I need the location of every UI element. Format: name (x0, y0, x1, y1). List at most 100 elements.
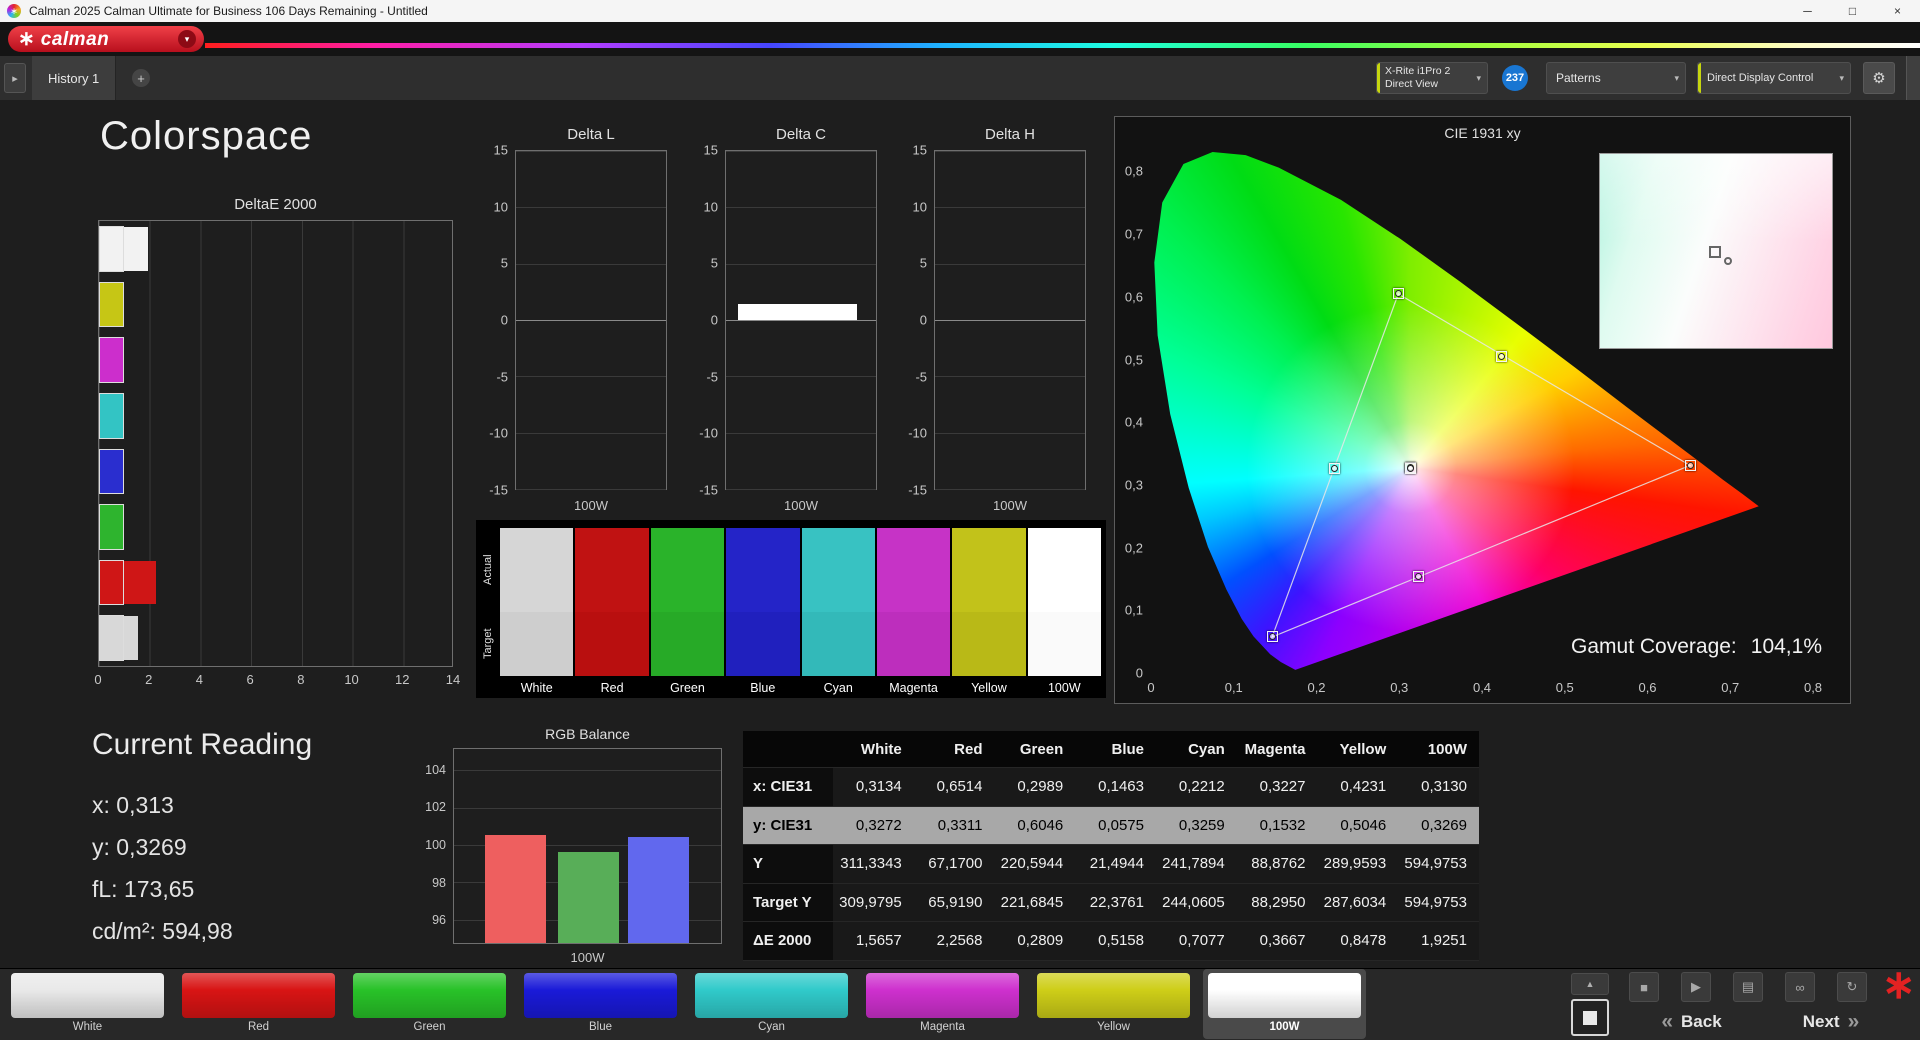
table-row-label[interactable]: Target Y (743, 883, 833, 922)
gamut-coverage-label: Gamut Coverage: (1571, 635, 1737, 658)
table-cell: 1,5657 (833, 922, 914, 961)
measurement-point-marker (1328, 463, 1340, 475)
gridline (726, 489, 876, 490)
axis-tick-label: 15 (912, 142, 927, 158)
pattern-swatch-label: Cyan (758, 1021, 785, 1033)
swatch-label: Cyan (823, 681, 853, 695)
deltaE-category-swatch (99, 504, 124, 550)
play-icon: ▶ (1691, 979, 1701, 994)
axis-tick-label: 0,5 (1555, 680, 1574, 695)
measurement-point-marker (1404, 462, 1416, 474)
pattern-swatch-blue[interactable]: Blue (519, 969, 682, 1039)
actual-row-label: Actual (482, 554, 494, 586)
collapse-panel-button[interactable]: ▲ (1571, 973, 1609, 995)
table-cell: 0,3134 (833, 768, 914, 807)
pattern-window-button[interactable] (1571, 999, 1609, 1036)
swatch-label: Magenta (889, 681, 938, 695)
calman-asterisk-icon: ∗ (1882, 963, 1916, 1007)
cie-plot: 0,8 0,7 0,6 0,5 0,4 0,3 0,2 0,1 0 0 0,1 0,2 0,3 0,4 0… (1125, 152, 1833, 695)
table-row-label[interactable]: Y (743, 845, 833, 884)
rgb-balance-chart: RGB Balance 104 102 100 98 96 100W (408, 726, 722, 968)
logo-menu-caret-icon[interactable]: ▾ (178, 30, 196, 48)
pattern-swatch-green[interactable]: Green (348, 969, 511, 1039)
axis-tick-label: 5 (710, 255, 718, 271)
measurement-point-marker (1412, 571, 1424, 583)
axis-tick-label: 100 (425, 838, 446, 853)
table-cell: 311,3343 (833, 845, 914, 884)
deltaE-bar-row (99, 555, 452, 611)
axis-tick-label: 0,4 (1124, 414, 1143, 430)
table-cell: 0,3311 (913, 806, 995, 845)
axis-tick-label: 0,8 (1124, 163, 1143, 179)
pattern-swatch-white[interactable]: White (6, 969, 169, 1039)
gridline (935, 432, 1085, 434)
target-swatch (650, 612, 725, 676)
save-button[interactable]: ▤ (1733, 972, 1763, 1002)
next-button[interactable]: Next » (1766, 1006, 1896, 1038)
pattern-swatch-color (11, 973, 164, 1018)
axis-tick-label: 8 (297, 672, 305, 687)
meter-name: X-Rite i1Pro 2 (1385, 65, 1451, 78)
pattern-window-icon (1583, 1010, 1597, 1025)
refresh-button[interactable]: ↻ (1837, 972, 1867, 1002)
axis-tick-label: 10 (912, 199, 927, 215)
axis-tick-label: 0,8 (1803, 680, 1823, 695)
calman-logo-text: calman (40, 28, 110, 50)
pattern-swatch-label: Blue (588, 1021, 613, 1033)
history-panel-toggle[interactable]: ▸ (4, 63, 26, 93)
pattern-swatch-cyan[interactable]: Cyan (690, 969, 853, 1039)
rgb-xlabel: 100W (570, 950, 605, 965)
add-tab-button[interactable]: + (132, 69, 150, 87)
gridline (726, 320, 876, 321)
close-button[interactable]: × (1875, 0, 1920, 22)
deltaL-chart: Delta L 15 10 5 0 -5 -10 -15 100W (470, 126, 667, 516)
calman-logo[interactable]: ∗ calman ▾ (8, 26, 204, 52)
link-button[interactable]: ∞ (1785, 972, 1815, 1002)
deltaC-yaxis: 15 10 5 0 -5 -10 -15 (680, 143, 718, 498)
axis-tick-label: 10 (703, 199, 718, 215)
back-button[interactable]: « Back (1629, 1006, 1754, 1038)
app-window: ∗ Calman 2025 Calman Ultimate for Busine… (0, 0, 1920, 1040)
axis-tick-label: -10 (489, 425, 508, 441)
minimize-button[interactable]: ─ (1785, 0, 1830, 22)
pattern-swatch-yellow[interactable]: Yellow (1032, 969, 1195, 1039)
delta-bar (738, 304, 857, 320)
tab-history-1[interactable]: History 1 (32, 56, 117, 100)
play-button[interactable]: ▶ (1681, 972, 1711, 1002)
measurement-point-marker (1684, 459, 1696, 471)
axis-tick-label: 0,5 (1124, 352, 1143, 368)
actual-target-panel: Actual Target White Red Green Blue Cyan Magen… (476, 520, 1106, 698)
maximize-button[interactable]: □ (1830, 0, 1875, 22)
meter-dropdown[interactable]: X-Rite i1Pro 2 Direct View ▾ (1376, 62, 1488, 94)
patterns-dropdown[interactable]: Patterns ▾ (1546, 62, 1686, 94)
target-swatch (1027, 612, 1101, 676)
stop-button[interactable]: ■ (1629, 972, 1659, 1002)
table-row-label[interactable]: ΔE 2000 (743, 922, 833, 961)
pattern-swatch-magenta[interactable]: Magenta (861, 969, 1024, 1039)
axis-tick-label: 6 (246, 672, 254, 687)
table-row-label[interactable]: y: CIE31 (743, 806, 833, 845)
right-panel-handle[interactable] (1906, 56, 1920, 100)
table-cell: 1,9251 (1398, 922, 1479, 961)
pattern-swatch-label: Yellow (1097, 1021, 1130, 1033)
pattern-swatch-red[interactable]: Red (177, 969, 340, 1039)
display-control-dropdown[interactable]: Direct Display Control ▾ (1697, 62, 1851, 94)
measurement-point-marker (1266, 631, 1278, 643)
display-control-label: Direct Display Control (1707, 72, 1814, 84)
table-row-label[interactable]: x: CIE31 (743, 768, 833, 807)
app-icon: ∗ (7, 4, 21, 18)
axis-tick-label: 0,3 (1124, 477, 1143, 493)
deltaC-chart: Delta C 15 10 5 0 -5 -10 -15 100W (680, 126, 877, 516)
gridline (935, 207, 1085, 209)
table-cell: 241,7894 (1156, 845, 1237, 884)
rgb-ylabels: 104 102 100 98 96 (408, 748, 446, 944)
gridline (935, 151, 1085, 152)
actual-swatch (952, 528, 1026, 612)
deltaE-bar-row (99, 499, 452, 555)
chevron-up-icon: ▲ (1585, 979, 1595, 989)
settings-gear-button[interactable]: ⚙ (1863, 62, 1895, 94)
pattern-swatch-100w[interactable]: 100W (1203, 969, 1366, 1039)
axis-tick-label: -5 (496, 369, 508, 385)
meter-badge[interactable]: 237 (1502, 65, 1528, 91)
titlebar: ∗ Calman 2025 Calman Ultimate for Busine… (0, 0, 1920, 22)
